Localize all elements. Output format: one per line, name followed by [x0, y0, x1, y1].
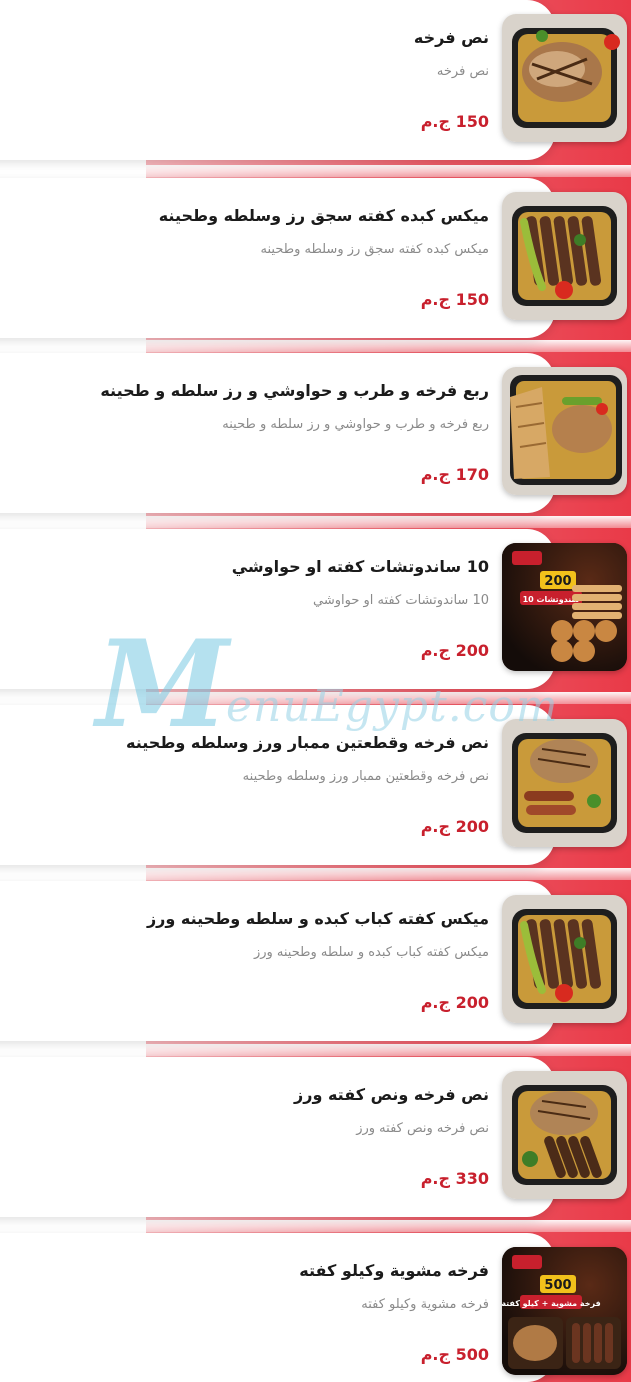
menu-item-name: فرخه مشوية وكيلو كفته: [299, 1261, 489, 1280]
svg-text:فرخة مشوية + كيلو كفتة: فرخة مشوية + كيلو كفتة: [502, 1299, 601, 1308]
menu-item-image[interactable]: [502, 367, 627, 495]
menu-item-name: ربع فرخه و طرب و حواوشي و رز سلطه و طحين…: [100, 381, 489, 400]
menu-item-name: ميكس كبده كفته سجق رز وسلطه وطحينه: [158, 206, 489, 225]
menu-item-price: 170 ج.م: [420, 465, 489, 484]
menu-item-name: نص فرخه وقطعتين ممبار ورز وسلطه وطحينه: [126, 733, 489, 752]
menu-item-name: نص فرخه ونص كفته ورز: [294, 1085, 489, 1104]
card-separator: [146, 165, 631, 177]
menu-item-price: 330 ج.م: [420, 1169, 489, 1188]
menu-item-card[interactable]: ميكس كفته كباب كبده و سلطه وطحينه ورز ميك…: [0, 881, 627, 1041]
menu-item-price: 200 ج.م: [420, 641, 489, 660]
card-separator: [146, 1044, 631, 1056]
card-separator: [146, 516, 631, 528]
menu-item-name: ميكس كفته كباب كبده و سلطه وطحينه ورز: [146, 909, 489, 928]
menu-item-price: 200 ج.م: [420, 993, 489, 1012]
menu-item-card[interactable]: نص فرخه ونص كفته ورز نص فرخه ونص كفته ورز…: [0, 1057, 627, 1217]
menu-item-description: فرخه مشوية وكيلو كفته: [361, 1297, 489, 1312]
menu-item-price: 500 ج.م: [420, 1345, 489, 1364]
menu-item-description: 10 ساندوتشات كفته او حواوشي: [313, 593, 489, 608]
menu-item-description: نص فرخه وقطعتين ممبار ورز وسلطه وطحينه: [242, 769, 489, 784]
menu-item-name: نص فرخه: [413, 28, 489, 47]
menu-item-card[interactable]: 10 ساندوتشات كفته او حواوشي 10 ساندوتشات …: [0, 529, 627, 689]
card-separator: [146, 868, 631, 880]
menu-item-image[interactable]: [502, 192, 627, 320]
menu-item-image[interactable]: [502, 14, 627, 142]
menu-item-card[interactable]: ميكس كبده كفته سجق رز وسلطه وطحينه ميكس ك…: [0, 178, 627, 338]
svg-text:200: 200: [544, 574, 571, 589]
card-separator: [146, 1220, 631, 1232]
menu-item-card[interactable]: نص فرخه وقطعتين ممبار ورز وسلطه وطحينه نص…: [0, 705, 627, 865]
menu-item-image[interactable]: 500 فرخة مشوية + كيلو كفتة: [502, 1247, 627, 1375]
menu-item-card[interactable]: نص فرخه نص فرخه 150 ج.م: [0, 0, 627, 160]
card-separator: [146, 340, 631, 352]
menu-item-card[interactable]: ربع فرخه و طرب و حواوشي و رز سلطه و طحين…: [0, 353, 627, 513]
menu-item-card[interactable]: فرخه مشوية وكيلو كفته فرخه مشوية وكيلو كف…: [0, 1233, 627, 1382]
menu-item-image[interactable]: [502, 895, 627, 1023]
menu-item-price: 200 ج.م: [420, 817, 489, 836]
menu-item-name: 10 ساندوتشات كفته او حواوشي: [231, 557, 489, 576]
svg-text:500: 500: [544, 1278, 571, 1293]
menu-item-price: 150 ج.م: [420, 290, 489, 309]
menu-item-image[interactable]: [502, 1071, 627, 1199]
menu-item-description: نص فرخه ونص كفته ورز: [356, 1121, 489, 1136]
menu-item-description: ربع فرخه و طرب و حواوشي و رز سلطه و طحين…: [222, 417, 489, 432]
menu-item-image[interactable]: [502, 719, 627, 847]
svg-text:10 سندوتشات: 10 سندوتشات: [523, 595, 580, 604]
card-separator: [146, 692, 631, 704]
menu-item-description: ميكس كفته كباب كبده و سلطه وطحينه ورز: [253, 945, 489, 960]
menu-item-image[interactable]: 200 10 سندوتشات: [502, 543, 627, 671]
menu-item-price: 150 ج.م: [420, 112, 489, 131]
menu-item-description: ميكس كبده كفته سجق رز وسلطه وطحينه: [260, 242, 489, 257]
menu-item-description: نص فرخه: [436, 64, 489, 79]
